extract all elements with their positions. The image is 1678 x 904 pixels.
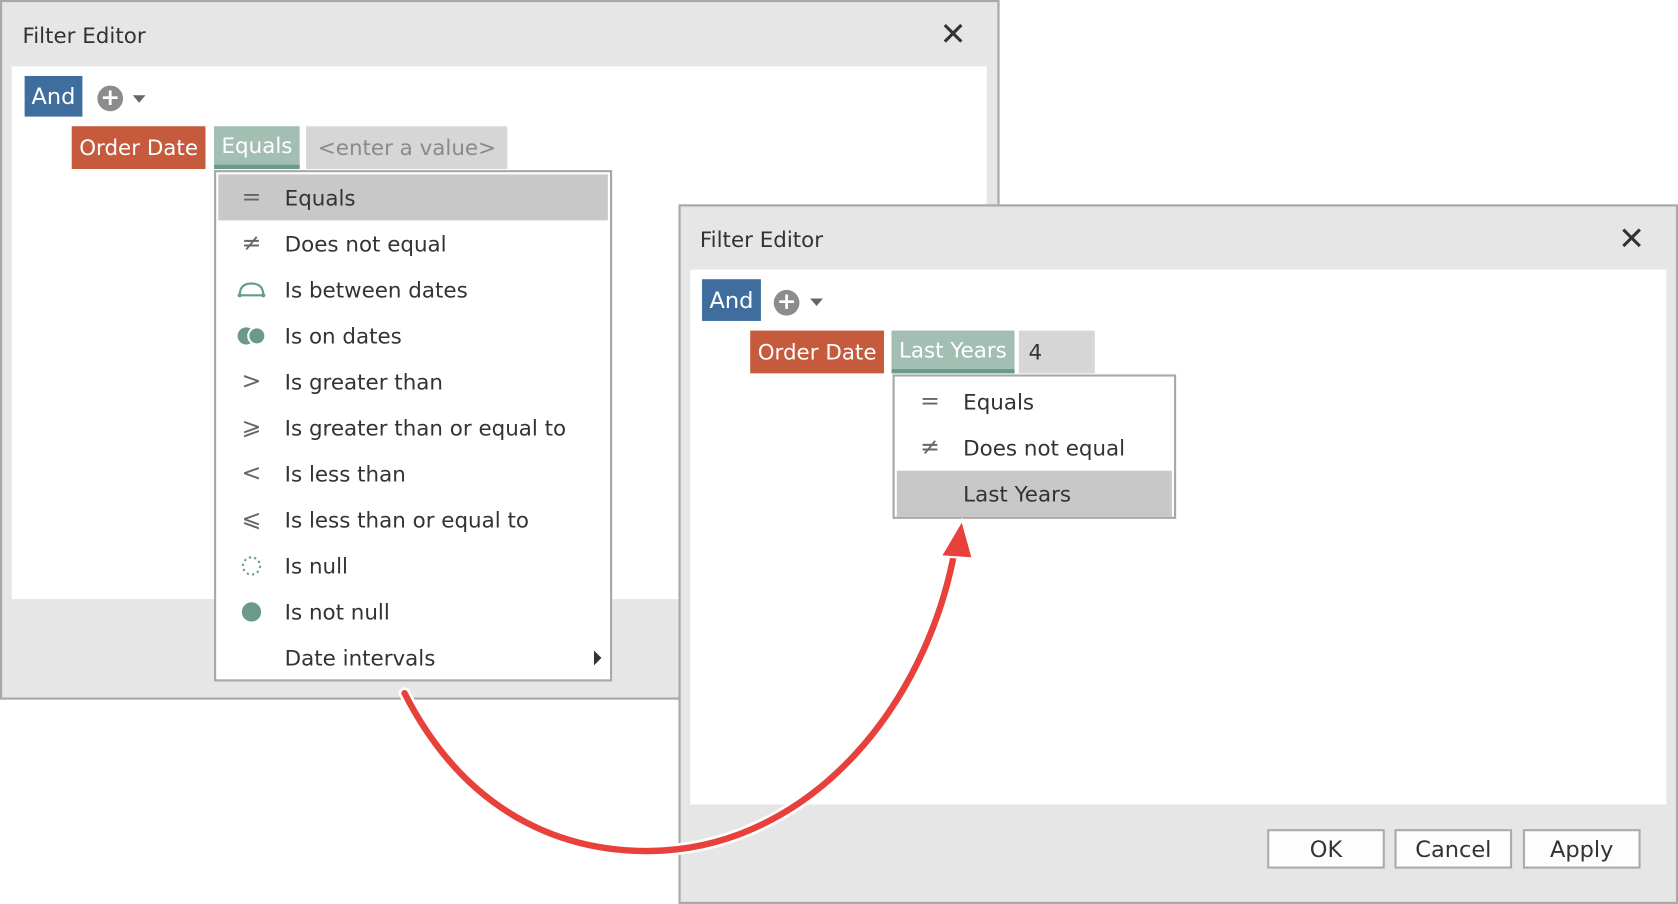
curved-arrow-annotation [398, 517, 975, 857]
